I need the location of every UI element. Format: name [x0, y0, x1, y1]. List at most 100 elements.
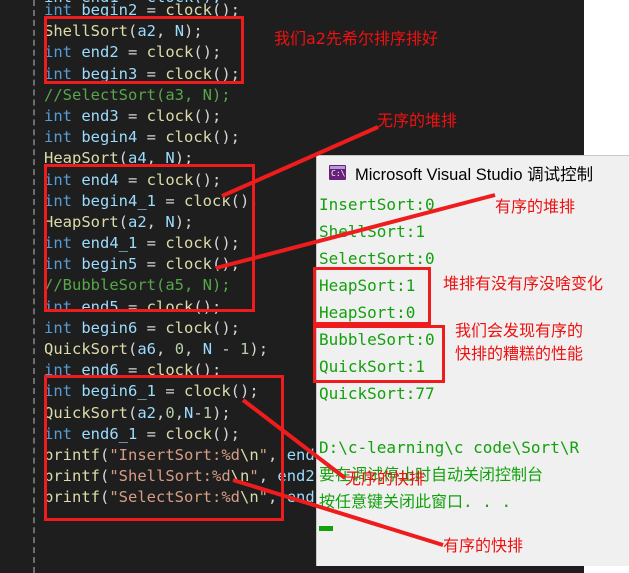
code-token: clock: [184, 191, 231, 210]
code-token: (: [128, 340, 138, 358]
console-line: InsertSort:0: [319, 195, 435, 214]
code-token: =: [137, 234, 166, 253]
code-token: =: [118, 106, 147, 125]
code-token: ();: [193, 361, 222, 380]
code-line[interactable]: int begin2 = clock();: [44, 0, 584, 21]
code-token: ();: [212, 424, 241, 443]
code-token: end4_1: [81, 234, 138, 253]
code-token: (: [100, 488, 110, 507]
code-token: N: [174, 22, 185, 41]
annotation-heapsort-nochange-note: 堆排有没有序没啥变化: [443, 274, 604, 293]
indent-guide-dashed-line: [33, 0, 35, 573]
code-token: QuickSort: [44, 340, 128, 358]
code-line[interactable]: int begin4 = clock();: [44, 127, 584, 148]
code-token: ();: [193, 43, 222, 62]
code-token: -: [212, 340, 241, 358]
code-token: =: [137, 1, 166, 19]
code-token: int: [44, 191, 72, 210]
code-token: ,: [268, 445, 287, 464]
code-token: int: [44, 234, 72, 253]
code-token: =: [118, 361, 147, 380]
code-token: begin5: [81, 255, 138, 274]
code-token: (: [100, 445, 110, 464]
code-token: \n: [230, 467, 250, 486]
code-token: clock: [146, 106, 194, 125]
code-token: begin6: [81, 318, 138, 337]
code-token: ,: [268, 488, 287, 507]
code-token: ();: [212, 234, 241, 253]
code-token: 1: [240, 340, 250, 358]
code-token: a2: [137, 22, 157, 41]
code-token: clock: [165, 64, 213, 83]
code-token: N: [184, 403, 194, 422]
code-token: (: [118, 149, 128, 168]
code-token: N: [165, 212, 175, 231]
code-token: ": [258, 488, 269, 507]
code-token: ();: [230, 191, 259, 210]
code-token: int: [44, 297, 72, 316]
code-token: begin4_1: [81, 191, 156, 210]
code-token: -: [193, 403, 203, 422]
code-token: "SelectSort:%d: [109, 488, 240, 507]
code-token: HeapSort: [44, 212, 119, 231]
code-token: int: [44, 128, 72, 147]
code-token: end4: [81, 170, 119, 189]
console-line: 按任意键关闭此窗口. . .: [319, 492, 512, 511]
code-token: ,: [258, 467, 278, 486]
code-line[interactable]: //SelectSort(a3, N);: [44, 85, 584, 106]
code-token: a6: [137, 340, 157, 358]
annotation-quicksort-sorted-line1: 我们会发现有序的: [455, 321, 584, 340]
code-token: =: [137, 128, 166, 147]
code-token: QuickSort: [44, 403, 128, 422]
code-token: 1: [202, 403, 213, 422]
code-token: end6_1: [81, 424, 138, 443]
code-token: int: [44, 170, 72, 189]
code-token: =: [137, 424, 166, 443]
code-token: ();: [193, 170, 222, 189]
code-token: =: [156, 191, 184, 210]
code-token: );: [174, 149, 194, 168]
code-token: ,: [156, 22, 175, 41]
annotation-shellsort-note: 我们a2先希尔排序排好: [274, 29, 438, 48]
code-line[interactable]: int begin3 = clock();: [44, 64, 584, 85]
console-titlebar[interactable]: C:\ Microsoft Visual Studio 调试控制: [317, 156, 629, 189]
code-token: int: [44, 255, 72, 274]
code-token: ,: [156, 403, 166, 422]
code-token: int: [44, 318, 72, 337]
console-line: ShellSort:1: [319, 222, 425, 241]
code-token: a2: [128, 212, 147, 231]
code-token: =: [137, 318, 166, 337]
code-token: (: [128, 22, 138, 41]
code-token: );: [249, 340, 269, 358]
code-token: ();: [212, 1, 241, 19]
code-token: end2: [81, 43, 119, 62]
code-token: clock: [165, 234, 213, 253]
code-token: clock: [146, 170, 194, 189]
code-token: "InsertSort:%d: [109, 445, 240, 464]
code-token: =: [118, 170, 147, 189]
code-token: int: [44, 64, 72, 83]
code-token: clock: [165, 255, 213, 274]
code-line[interactable]: int end3 = clock();: [44, 106, 584, 127]
code-token: int: [44, 1, 72, 19]
code-token: ();: [212, 255, 241, 274]
code-token: =: [118, 43, 147, 62]
console-line: D:\c-learning\c code\Sort\R: [319, 438, 580, 457]
annotation-quicksort-unsorted-note: 无序的快排: [345, 469, 426, 488]
code-token: printf: [44, 488, 100, 507]
code-token: clock: [146, 43, 194, 62]
code-token: ,: [146, 149, 166, 168]
code-token: clock: [165, 318, 213, 337]
code-token: (: [118, 212, 128, 231]
code-token: =: [156, 382, 184, 401]
code-token: ();: [193, 297, 222, 316]
